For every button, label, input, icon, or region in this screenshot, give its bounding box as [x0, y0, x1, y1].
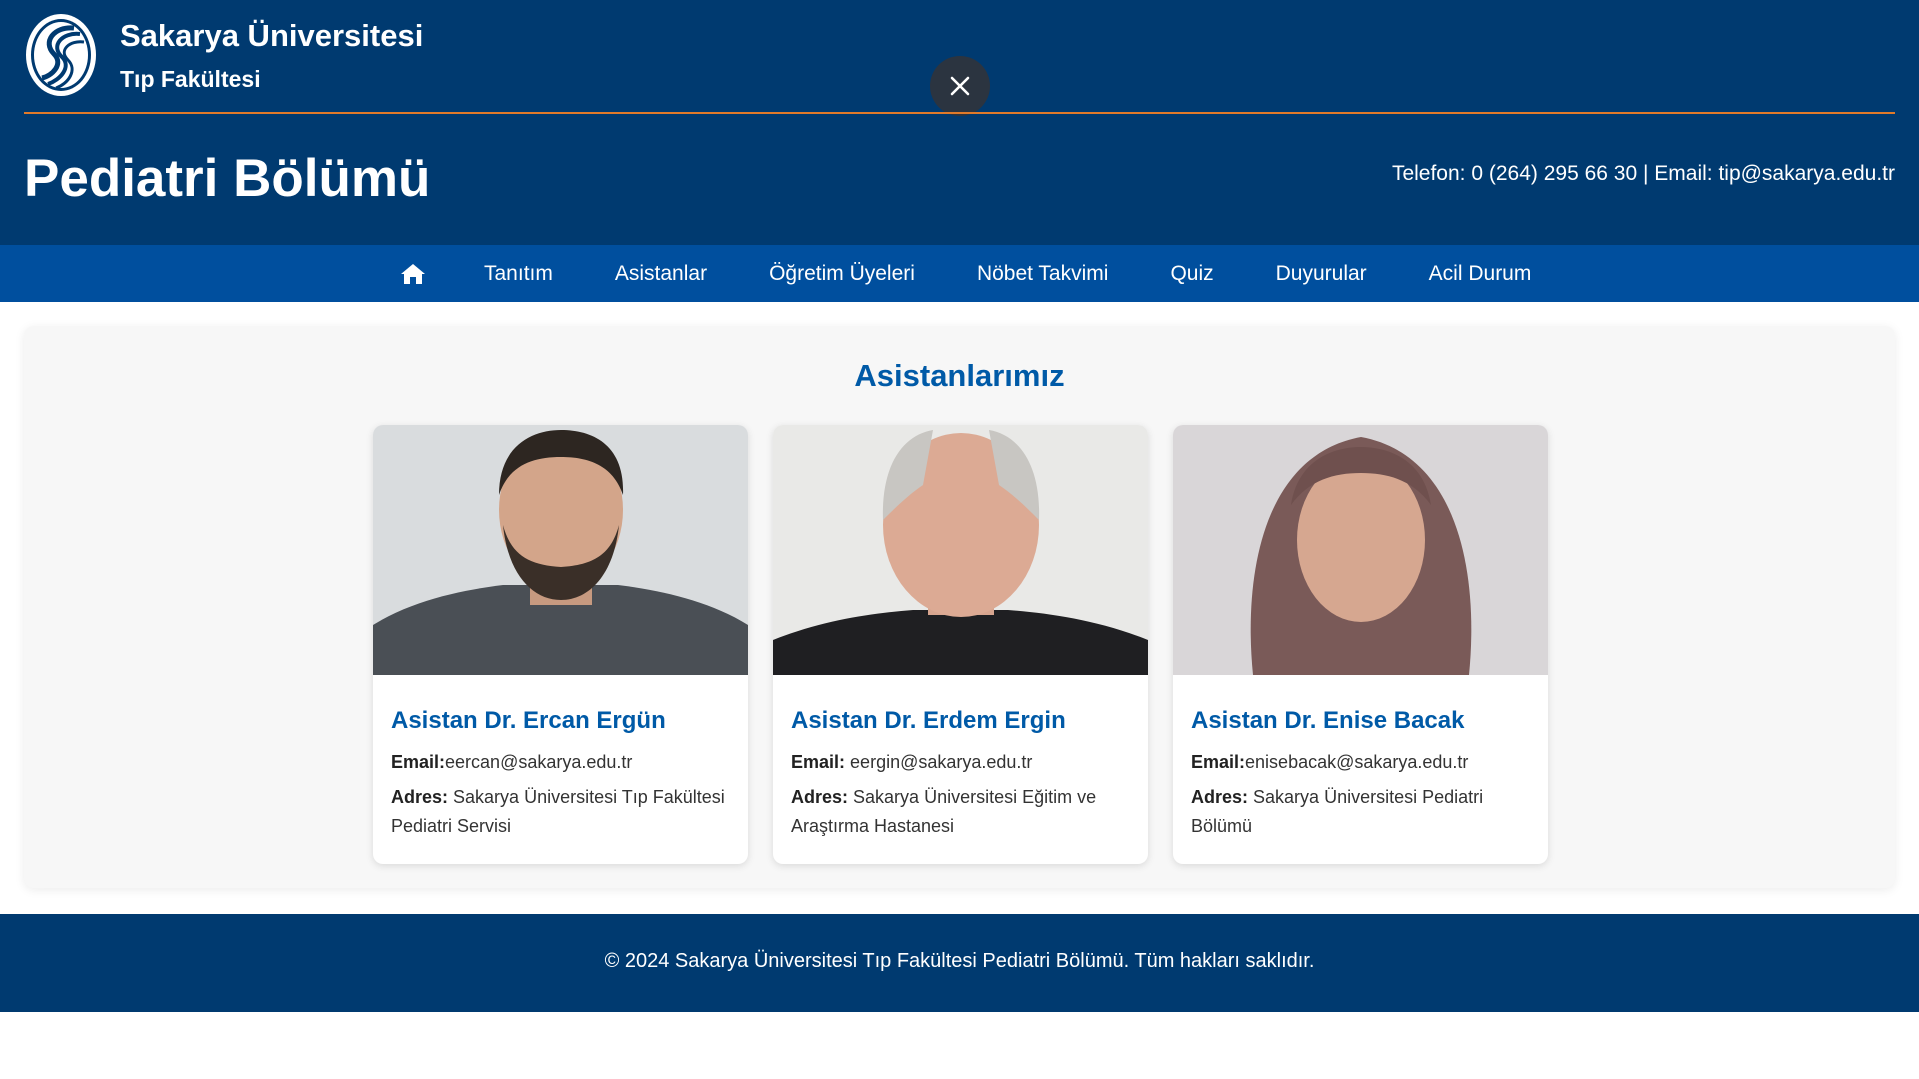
main-nav: Tanıtım Asistanlar Öğretim Üyeleri Nöbet…	[0, 245, 1919, 302]
assistant-photo	[373, 425, 748, 675]
email-value: enisebacak@sakarya.edu.tr	[1245, 752, 1469, 772]
assistant-card: Asistan Dr. Enise Bacak Email:enisebacak…	[1173, 425, 1548, 864]
assistant-email: Email:eercan@sakarya.edu.tr	[391, 748, 736, 777]
close-button[interactable]	[930, 56, 990, 116]
nav-item-tanitim[interactable]: Tanıtım	[484, 262, 553, 286]
assistant-email: Email:enisebacak@sakarya.edu.tr	[1191, 748, 1536, 777]
email-label: Email:	[791, 752, 846, 772]
footer-copyright: © 2024 Sakarya Üniversitesi Tıp Fakültes…	[604, 950, 1315, 972]
address-label: Adres:	[391, 787, 449, 807]
close-icon	[950, 76, 970, 96]
email-label: Email:	[1191, 752, 1246, 772]
nav-item-duyurular[interactable]: Duyurular	[1276, 262, 1367, 286]
email-value: eergin@sakarya.edu.tr	[850, 752, 1033, 772]
nav-home[interactable]	[400, 245, 440, 302]
home-icon	[401, 263, 425, 284]
faculty-name: Tıp Fakültesi	[120, 66, 261, 92]
nav-item-ogretim-uyeleri[interactable]: Öğretim Üyeleri	[769, 262, 915, 286]
assistant-email: Email: eergin@sakarya.edu.tr	[791, 748, 1136, 777]
section-title: Asistanlarımız	[854, 358, 1065, 393]
nav-item-nobet-takvimi[interactable]: Nöbet Takvimi	[977, 262, 1109, 286]
site-footer: © 2024 Sakarya Üniversitesi Tıp Fakültes…	[0, 914, 1919, 1012]
assistants-section: Asistanlarımız Asistan Dr. Ercan Ergün E…	[24, 326, 1895, 888]
address-label: Adres:	[1191, 787, 1249, 807]
university-name: Sakarya Üniversitesi	[120, 18, 424, 53]
page-title: Pediatri Bölümü	[24, 149, 431, 208]
assistant-name: Asistan Dr. Erdem Ergin	[791, 707, 1066, 734]
email-value: eercan@sakarya.edu.tr	[445, 752, 633, 772]
assistant-address: Adres: Sakarya Üniversitesi Tıp Fakültes…	[391, 783, 736, 841]
header-divider	[24, 112, 1895, 114]
assistant-address: Adres: Sakarya Üniversitesi Eğitim ve Ar…	[791, 783, 1136, 841]
assistant-card: Asistan Dr. Erdem Ergin Email: eergin@sa…	[773, 425, 1148, 864]
email-label: Email:	[391, 752, 446, 772]
nav-item-quiz[interactable]: Quiz	[1170, 262, 1213, 286]
assistant-name: Asistan Dr. Enise Bacak	[1191, 707, 1465, 734]
address-label: Adres:	[791, 787, 849, 807]
nav-item-acil-durum[interactable]: Acil Durum	[1429, 262, 1532, 286]
assistant-photo	[773, 425, 1148, 675]
university-logo[interactable]	[24, 12, 98, 98]
contact-info: Telefon: 0 (264) 295 66 30 | Email: tip@…	[1391, 162, 1895, 185]
assistant-name: Asistan Dr. Ercan Ergün	[391, 707, 666, 734]
site-header: Sakarya Üniversitesi Tıp Fakültesi Pedia…	[0, 0, 1919, 245]
assistant-photo	[1173, 425, 1548, 675]
assistant-card: Asistan Dr. Ercan Ergün Email:eercan@sak…	[373, 425, 748, 864]
assistant-address: Adres: Sakarya Üniversitesi Pediatri Böl…	[1191, 783, 1536, 841]
nav-item-asistanlar[interactable]: Asistanlar	[615, 262, 707, 286]
